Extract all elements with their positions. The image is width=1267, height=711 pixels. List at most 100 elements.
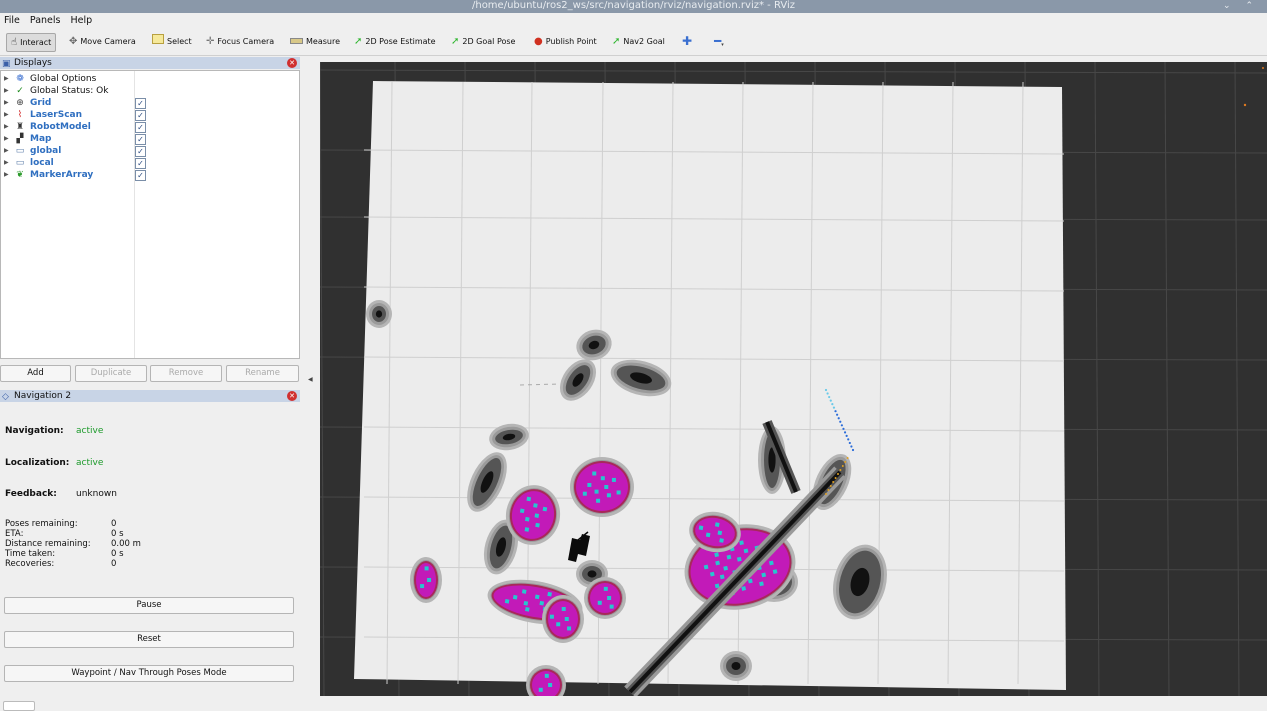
marker-point bbox=[1243, 103, 1247, 107]
tool-label: 2D Pose Estimate bbox=[365, 37, 436, 46]
marker-point bbox=[1262, 67, 1264, 69]
navigation-label: Navigation: bbox=[5, 426, 64, 436]
feedback-row: Feedback: unknown bbox=[5, 489, 117, 499]
display-item-global-status[interactable]: ▶ ✓ Global Status: Ok bbox=[1, 85, 299, 97]
expand-arrow-icon[interactable]: ▶ bbox=[4, 145, 9, 157]
display-label: RobotModel bbox=[30, 122, 91, 132]
display-item-robotmodel[interactable]: ▶ ♜ RobotModel ✓ bbox=[1, 121, 299, 133]
green-arrow-icon: ➚ bbox=[612, 36, 621, 47]
stat-row: Recoveries: 0 bbox=[5, 559, 116, 570]
stat-label: Recoveries: bbox=[5, 559, 55, 569]
displays-tree: ▶ ❁ Global Options ▶ ✓ Global Status: Ok… bbox=[0, 70, 300, 359]
display-label: MarkerArray bbox=[30, 170, 94, 180]
folder-icon: ▭ bbox=[15, 146, 25, 156]
render-viewport[interactable] bbox=[320, 62, 1267, 696]
tool-publish-point[interactable]: ● Publish Point bbox=[534, 33, 597, 50]
ruler-icon bbox=[290, 33, 303, 50]
grid-icon: ⊕ bbox=[16, 98, 24, 108]
stat-value: 0 bbox=[111, 559, 117, 569]
expand-arrow-icon[interactable]: ▶ bbox=[4, 85, 9, 97]
display-label: Map bbox=[30, 134, 52, 144]
display-item-map[interactable]: ▶ ▞ Map ✓ bbox=[1, 133, 299, 145]
rename-display-button[interactable]: Rename bbox=[226, 365, 299, 382]
tool-focus-camera[interactable]: ✛ Focus Camera bbox=[206, 33, 274, 50]
toolbar: ☝ Interact ✥ Move Camera Select ✛ Focus Cam… bbox=[0, 28, 1267, 56]
display-checkbox[interactable]: ✓ bbox=[135, 110, 146, 121]
close-icon[interactable]: ✕ bbox=[287, 391, 297, 401]
display-checkbox[interactable]: ✓ bbox=[135, 170, 146, 181]
tool-nav2-goal[interactable]: ➚ Nav2 Goal bbox=[612, 33, 665, 50]
collapse-arrow-icon[interactable]: ◀ bbox=[308, 376, 313, 383]
duplicate-display-button[interactable]: Duplicate bbox=[75, 365, 147, 382]
tool-label: Move Camera bbox=[80, 37, 136, 46]
waypoint-mode-button[interactable]: Waypoint / Nav Through Poses Mode bbox=[4, 665, 294, 682]
tool-label: Publish Point bbox=[545, 37, 597, 46]
display-label: global bbox=[30, 146, 62, 156]
pause-button[interactable]: Pause bbox=[4, 597, 294, 614]
reset-button[interactable]: Reset bbox=[4, 631, 294, 648]
display-item-markerarray[interactable]: ▶ ❦ MarkerArray ✓ bbox=[1, 169, 299, 181]
stat-label: ETA: bbox=[5, 529, 24, 539]
display-item-laserscan[interactable]: ▶ ⌇ LaserScan ✓ bbox=[1, 109, 299, 121]
menu-panels[interactable]: Panels bbox=[30, 13, 61, 28]
nav2-panel-title: Navigation 2 bbox=[14, 391, 72, 401]
display-item-global[interactable]: ▶ ▭ global ✓ bbox=[1, 145, 299, 157]
stat-label: Time taken: bbox=[5, 549, 56, 559]
window-controls[interactable]: ⌄ ⌃ bbox=[1223, 0, 1259, 12]
monitor-icon: ▣ bbox=[2, 59, 11, 69]
display-item-global-options[interactable]: ▶ ❁ Global Options bbox=[1, 73, 299, 85]
expand-arrow-icon[interactable]: ▶ bbox=[4, 133, 9, 145]
feedback-value: unknown bbox=[76, 489, 117, 499]
expand-arrow-icon[interactable]: ▶ bbox=[4, 121, 9, 133]
menu-bar: File Panels Help bbox=[0, 13, 1267, 28]
display-item-local[interactable]: ▶ ▭ local ✓ bbox=[1, 157, 299, 169]
display-label: Global Options bbox=[30, 74, 97, 84]
tool-interact[interactable]: ☝ Interact bbox=[6, 33, 57, 52]
displays-panel-header: ▣ Displays ✕ bbox=[0, 57, 300, 69]
remove-display-button[interactable]: Remove bbox=[150, 365, 222, 382]
stat-label: Poses remaining: bbox=[5, 519, 78, 529]
tool-2d-pose-estimate[interactable]: ➚ 2D Pose Estimate bbox=[354, 33, 436, 50]
display-item-grid[interactable]: ▶ ⊕ Grid ✓ bbox=[1, 97, 299, 109]
folder-icon: ▭ bbox=[15, 158, 25, 168]
tool-label: Select bbox=[167, 37, 192, 46]
tool-label: Focus Camera bbox=[217, 37, 275, 46]
menu-file[interactable]: File bbox=[4, 13, 20, 28]
expand-arrow-icon[interactable]: ▶ bbox=[4, 169, 9, 181]
marker-icon: ❦ bbox=[16, 170, 24, 180]
display-label: LaserScan bbox=[30, 110, 83, 120]
map-pin-icon: ● bbox=[534, 36, 543, 47]
localization-label: Localization: bbox=[5, 458, 70, 468]
select-icon bbox=[152, 33, 164, 50]
display-checkbox[interactable]: ✓ bbox=[135, 98, 146, 109]
expand-arrow-icon[interactable]: ▶ bbox=[4, 157, 9, 169]
laserscan-icon: ⌇ bbox=[17, 110, 23, 120]
gear-icon: ❁ bbox=[16, 74, 24, 84]
menu-help[interactable]: Help bbox=[70, 13, 92, 28]
display-checkbox[interactable]: ✓ bbox=[135, 122, 146, 133]
display-label: local bbox=[30, 158, 54, 168]
localization-status-value: active bbox=[76, 458, 104, 468]
expand-arrow-icon[interactable]: ▶ bbox=[4, 109, 9, 121]
tool-label: Interact bbox=[20, 38, 52, 47]
tool-label: Nav2 Goal bbox=[623, 37, 665, 46]
expand-arrow-icon[interactable]: ▶ bbox=[4, 97, 9, 109]
cursor-icon: ☝ bbox=[11, 37, 18, 48]
expand-arrow-icon[interactable]: ▶ bbox=[4, 73, 9, 85]
viewport-canvas[interactable] bbox=[320, 62, 1267, 696]
display-checkbox[interactable]: ✓ bbox=[135, 134, 146, 145]
tool-2d-goal-pose[interactable]: ➚ 2D Goal Pose bbox=[451, 33, 515, 50]
status-field bbox=[3, 701, 35, 711]
localization-status-row: Localization: active bbox=[5, 458, 103, 468]
tool-measure[interactable]: Measure bbox=[290, 33, 340, 50]
minus-icon[interactable]: ━ ▾ bbox=[714, 33, 724, 50]
tool-select[interactable]: Select bbox=[152, 33, 192, 50]
panel-splitter[interactable]: ◀ bbox=[303, 56, 317, 696]
display-checkbox[interactable]: ✓ bbox=[135, 146, 146, 157]
close-icon[interactable]: ✕ bbox=[287, 58, 297, 68]
plus-icon[interactable]: ✚ bbox=[682, 33, 692, 50]
tool-move-camera[interactable]: ✥ Move Camera bbox=[69, 33, 136, 50]
add-display-button[interactable]: Add bbox=[0, 365, 71, 382]
map-icon: ▞ bbox=[16, 134, 24, 144]
display-checkbox[interactable]: ✓ bbox=[135, 158, 146, 169]
